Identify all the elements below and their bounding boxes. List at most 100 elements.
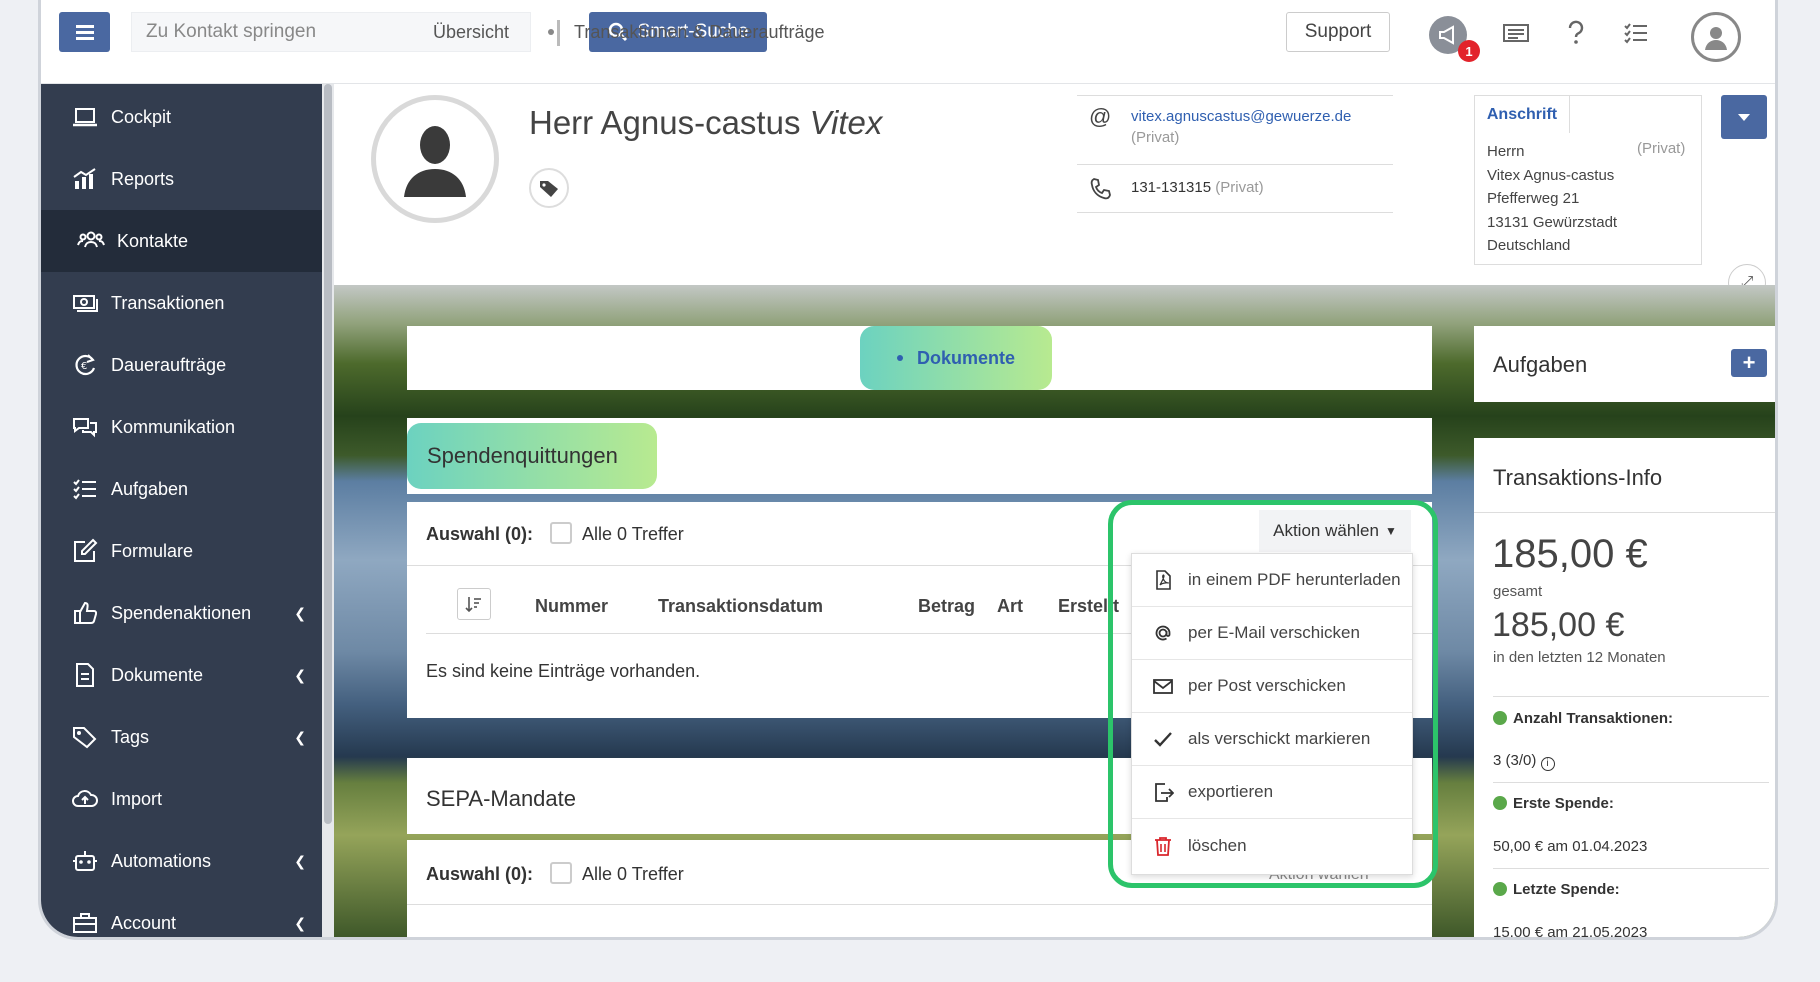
sidebar-item-tags[interactable]: Tags ❮ <box>41 706 322 768</box>
sidebar-item-cockpit[interactable]: Cockpit <box>41 86 322 148</box>
sidebar-item-transaktionen[interactable]: Transaktionen <box>41 272 322 334</box>
trash-icon <box>1155 836 1171 856</box>
contact-phone-type: (Privat) <box>1215 179 1264 196</box>
count-value: 3 (3/0) i <box>1493 752 1555 771</box>
sidebar-item-label: Account <box>111 912 177 933</box>
select-all-label: Alle 0 Treffer <box>582 524 684 544</box>
tab-overview[interactable]: Übersicht <box>433 0 509 64</box>
last-donation-label: Letzte Spende: <box>1493 881 1620 898</box>
sidebar-item-label: Aufgaben <box>111 478 189 499</box>
tags-icon <box>540 181 558 197</box>
add-task-button[interactable]: + <box>1731 349 1767 377</box>
tasks-icon <box>73 479 96 500</box>
address-line: 13131 Gewürzstadt <box>1487 213 1618 231</box>
person-silhouette-icon <box>404 126 466 197</box>
tab-documents[interactable]: Dokumente <box>860 326 1052 390</box>
cloud-upload-icon <box>72 790 98 807</box>
sidebar-item-kommunikation[interactable]: Kommunikation <box>41 396 322 458</box>
export-icon <box>1155 783 1174 802</box>
sidebar-item-automations[interactable]: Automations ❮ <box>41 830 322 892</box>
menu-item-label: exportieren <box>1188 782 1274 801</box>
menu-toggle-button[interactable] <box>59 12 110 52</box>
menu-item-pdf-download[interactable]: in einem PDF herunterladen <box>1132 554 1412 607</box>
sidebar-item-label: Automations <box>111 850 212 871</box>
address-line: Herrn <box>1487 143 1525 160</box>
sidebar-item-kontakte[interactable]: Kontakte <box>41 210 322 272</box>
first-donation-label: Erste Spende: <box>1493 795 1614 812</box>
contact-salutation: Herr Agnus-castus <box>529 104 801 141</box>
tasks-button[interactable] <box>1621 18 1651 48</box>
menu-item-post[interactable]: per Post verschicken <box>1132 660 1412 713</box>
sidebar-item-label: Kontakte <box>117 230 189 251</box>
caret-down-icon <box>1738 114 1750 121</box>
total-amount: 185,00 € <box>1492 532 1648 576</box>
contact-email-row: @ vitex.agnuscastus@gewuerze.de (Privat) <box>1077 95 1393 165</box>
sepa-selection-count: Auswahl (0): <box>426 864 534 884</box>
divider <box>1474 512 1775 513</box>
last12-label: in den letzten 12 Monaten <box>1493 649 1666 666</box>
count-label: Anzahl Transaktionen: <box>1493 710 1673 727</box>
column-header-erstellt[interactable]: Erstellt <box>1058 596 1130 617</box>
menu-item-export[interactable]: exportieren <box>1132 766 1412 819</box>
app-window: Zu Kontakt springen Smart-Suche Support … <box>38 0 1778 940</box>
action-select-button[interactable]: Aktion wählen ▼ <box>1259 510 1411 552</box>
thumbs-up-icon <box>74 601 98 624</box>
at-icon <box>1155 625 1171 641</box>
contact-email-link[interactable]: vitex.agnuscastus@gewuerze.de <box>1131 108 1351 125</box>
news-button[interactable] <box>1501 18 1531 48</box>
user-avatar-button[interactable] <box>1691 12 1741 62</box>
contact-email-block: vitex.agnuscastus@gewuerze.de (Privat) <box>1131 108 1351 146</box>
column-header-nummer[interactable]: Nummer <box>535 596 608 617</box>
sidebar-item-formulare[interactable]: Formulare <box>41 520 322 582</box>
sidebar-scrollbar[interactable] <box>322 84 334 937</box>
scrollbar-thumb[interactable] <box>324 84 332 824</box>
briefcase-icon <box>73 913 97 933</box>
contact-phone-number[interactable]: 131-131315 <box>1131 179 1211 196</box>
sidebar-item-label: Formulare <box>111 540 194 561</box>
address-type: (Privat) <box>1637 140 1686 157</box>
menu-item-email[interactable]: per E-Mail verschicken <box>1132 607 1412 660</box>
tab-separator-dot <box>548 29 554 35</box>
sidebar-item-spendenaktionen[interactable]: Spendenaktionen ❮ <box>41 582 322 644</box>
menu-item-delete[interactable]: löschen <box>1132 819 1412 872</box>
profile-dropdown-button[interactable] <box>1721 95 1767 139</box>
sort-button[interactable] <box>457 588 491 620</box>
contact-name: Herr Agnus-castus Vitex <box>529 104 882 142</box>
info-icon[interactable]: i <box>1540 757 1555 771</box>
sidebar-item-label: Cockpit <box>111 106 172 127</box>
sidebar-item-dokumente[interactable]: Dokumente ❮ <box>41 644 322 706</box>
spendenquittungen-title: Spendenquittungen <box>407 423 657 489</box>
contact-tags-button[interactable] <box>529 168 569 208</box>
tab-transactions[interactable]: Transaktionen & Daueraufträge <box>548 0 824 64</box>
column-header-art[interactable]: Art <box>997 596 1023 617</box>
divider <box>1493 782 1769 783</box>
sepa-select-all-checkbox[interactable] <box>550 862 572 884</box>
sidebar-item-label: Import <box>111 788 163 809</box>
pdf-icon <box>1156 570 1171 590</box>
menu-item-label: löschen <box>1188 835 1247 855</box>
column-header-betrag[interactable]: Betrag <box>918 596 975 617</box>
robot-icon <box>73 851 97 871</box>
sidebar-item-dauerauftraege[interactable]: € Daueraufträge <box>41 334 322 396</box>
question-icon <box>1568 20 1584 44</box>
document-icon <box>76 663 94 687</box>
money-icon <box>73 295 98 312</box>
chevron-left-icon: ❮ <box>294 728 306 745</box>
sidebar-item-aufgaben[interactable]: Aufgaben <box>41 458 322 520</box>
sidebar-item-import[interactable]: Import <box>41 768 322 830</box>
address-tab[interactable]: Anschrift <box>1474 95 1570 133</box>
contact-surname: Vitex <box>809 104 883 141</box>
menu-item-mark-sent[interactable]: als verschickt markieren <box>1132 713 1412 766</box>
help-button[interactable] <box>1561 18 1591 48</box>
sidebar-item-account[interactable]: Account ❮ <box>41 892 322 937</box>
sidebar-item-label: Tags <box>111 726 150 747</box>
column-header-transaktionsdatum[interactable]: Transaktionsdatum <box>658 596 823 617</box>
aufgaben-title: Aufgaben <box>1493 352 1588 377</box>
users-icon <box>77 231 105 248</box>
sidebar-item-label: Reports <box>111 168 175 189</box>
sepa-select-all-label: Alle 0 Treffer <box>582 864 684 884</box>
status-dot <box>1493 882 1507 896</box>
sidebar-item-reports[interactable]: Reports <box>41 148 322 210</box>
support-button[interactable]: Support <box>1286 12 1390 52</box>
select-all-checkbox[interactable] <box>550 522 572 544</box>
